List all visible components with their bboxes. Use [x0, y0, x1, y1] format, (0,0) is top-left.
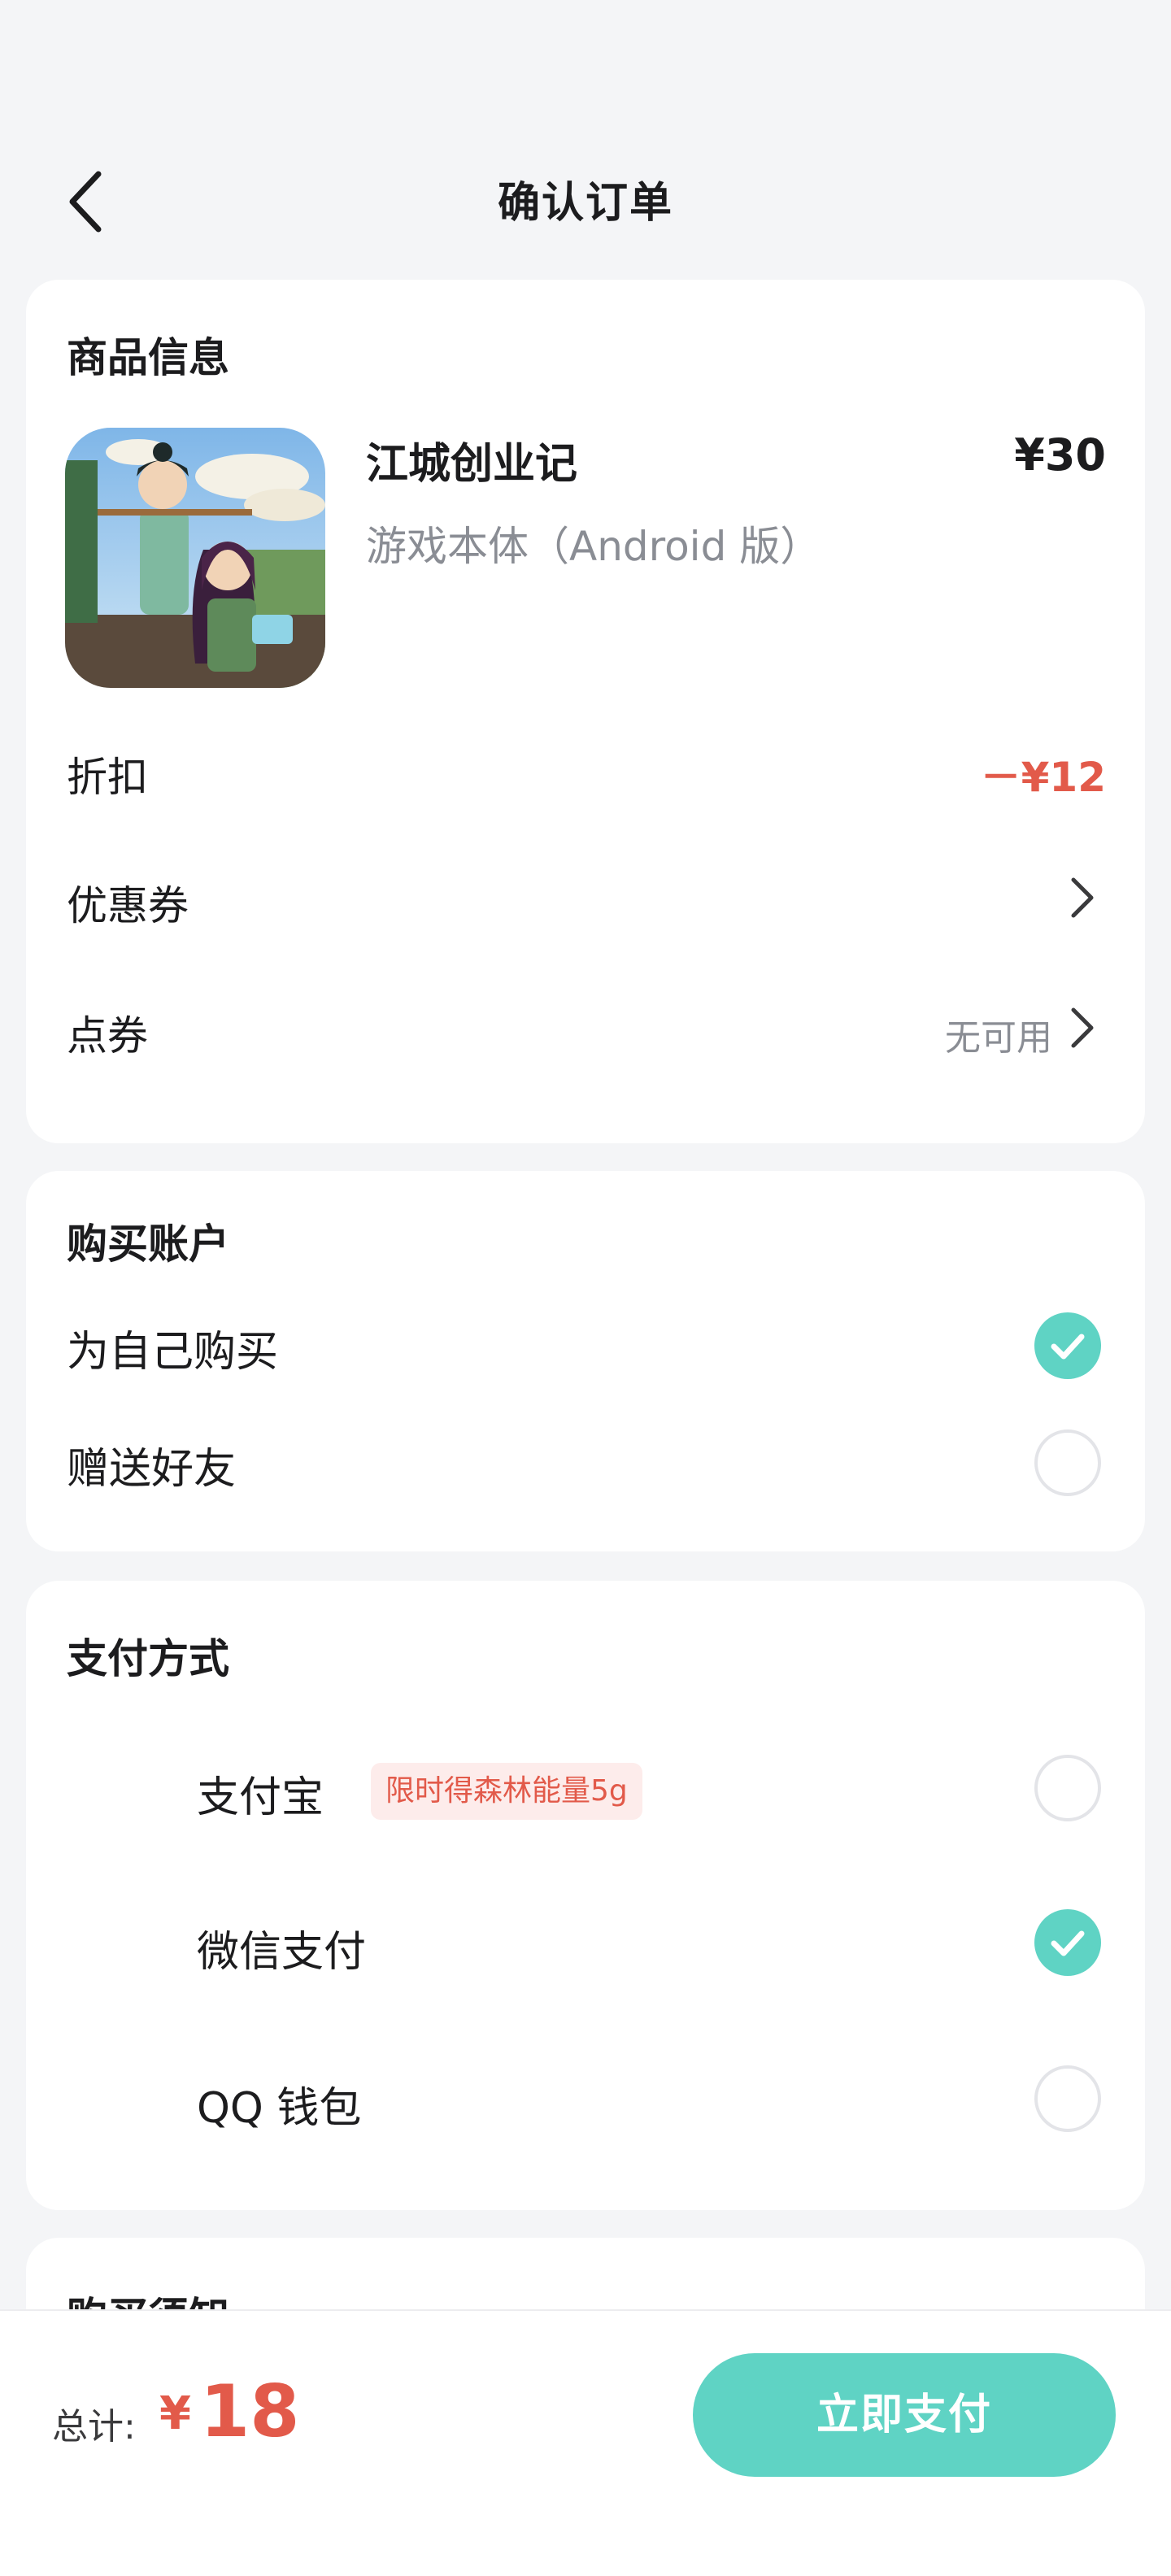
- purchase-account-card: 购买账户 为自己购买 赠送好友: [26, 1171, 1145, 1551]
- product-edition: 游戏本体（Android 版）: [366, 523, 821, 570]
- discount-value: －¥12: [980, 754, 1106, 801]
- product-info-card: 商品信息 江城创业记 ¥30 游戏本体（Android 版） 折扣 －¥12 优…: [26, 280, 1145, 1143]
- option-gift-label: 赠送好友: [67, 1445, 237, 1494]
- points-value: 无可用: [945, 1017, 1052, 1059]
- chevron-right-icon: [1069, 873, 1096, 922]
- payment-wechat[interactable]: 微信支付: [26, 1885, 1145, 1999]
- qq-wallet-label: QQ 钱包: [197, 2084, 362, 2133]
- radio-checked-icon[interactable]: [1034, 1312, 1101, 1379]
- promo-tag: 限时得森林能量5g: [371, 1763, 642, 1820]
- coupon-label: 优惠券: [67, 882, 189, 929]
- alipay-label: 支付宝: [197, 1773, 324, 1822]
- radio-unchecked-icon[interactable]: [1034, 1755, 1101, 1821]
- radio-checked-icon[interactable]: [1034, 1909, 1101, 1976]
- pay-now-button[interactable]: 立即支付: [693, 2353, 1116, 2477]
- product-info-title: 商品信息: [67, 334, 229, 381]
- option-self-label: 为自己购买: [67, 1328, 279, 1377]
- header: 确认订单: [0, 154, 1171, 252]
- payment-qq-wallet[interactable]: QQ 钱包: [26, 2041, 1145, 2155]
- product-name: 江城创业记: [366, 440, 578, 489]
- discount-label: 折扣: [67, 754, 148, 801]
- points-row[interactable]: 点券 无可用: [26, 971, 1145, 1085]
- radio-unchecked-icon[interactable]: [1034, 1429, 1101, 1496]
- wechat-pay-label: 微信支付: [197, 1928, 367, 1977]
- points-label: 点券: [67, 1012, 148, 1060]
- payment-alipay[interactable]: 支付宝 限时得森林能量5g: [26, 1730, 1145, 1844]
- radio-unchecked-icon[interactable]: [1034, 2065, 1101, 2132]
- total-currency: ¥: [159, 2387, 191, 2440]
- payment-method-card: 支付方式 支付宝 限时得森林能量5g 微信支付 QQ 钱包: [26, 1581, 1145, 2210]
- total-amount: 18: [200, 2369, 300, 2453]
- bottom-bar: 总计: ¥ 18 立即支付: [0, 2309, 1171, 2576]
- product-price: ¥30: [1014, 429, 1106, 481]
- order-confirm-page: 确认订单 商品信息 江城创业记 ¥30 游戏本体（Android 版） 折扣 －…: [0, 0, 1171, 2576]
- coupon-row[interactable]: 优惠券: [26, 841, 1145, 955]
- total-label: 总计:: [52, 2406, 136, 2448]
- payment-method-title: 支付方式: [67, 1635, 229, 1682]
- chevron-right-icon: [1069, 1003, 1096, 1052]
- game-cover-image: [65, 428, 325, 688]
- option-self-purchase[interactable]: 为自己购买: [26, 1293, 1145, 1399]
- option-gift-friend[interactable]: 赠送好友: [26, 1410, 1145, 1516]
- purchase-account-title: 购买账户: [67, 1221, 229, 1268]
- page-title: 确认订单: [497, 179, 673, 228]
